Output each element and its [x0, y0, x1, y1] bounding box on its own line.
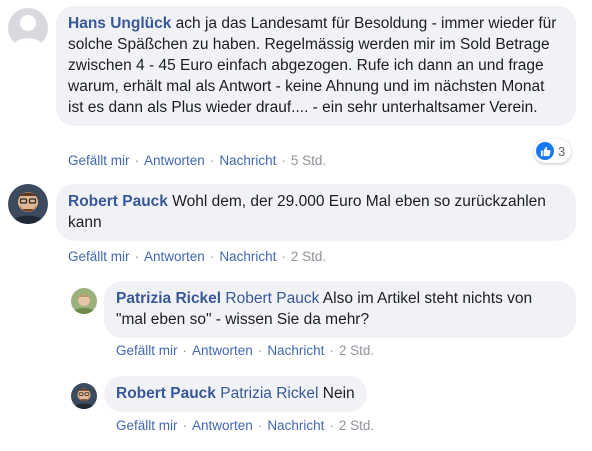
message-link[interactable]: Nachricht — [267, 418, 324, 433]
patrizia-rickel-avatar[interactable] — [71, 288, 97, 314]
separator: · — [281, 249, 286, 264]
timestamp[interactable]: 2 Std. — [339, 343, 374, 358]
reaction-count: 3 — [558, 143, 566, 159]
comment-author[interactable]: Hans Unglück — [68, 15, 171, 32]
comment-text: Nein — [322, 385, 355, 402]
reply-link[interactable]: Antworten — [192, 418, 253, 433]
like-link[interactable]: Gefällt mir — [68, 249, 130, 264]
message-link[interactable]: Nachricht — [267, 343, 324, 358]
separator: · — [182, 418, 188, 433]
default-profile-avatar[interactable] — [8, 8, 48, 48]
reaction-summary[interactable]: 3 — [534, 139, 572, 163]
separator: · — [281, 153, 286, 168]
separator: · — [329, 343, 334, 358]
comment-bubble: Hans Unglück ach ja das Landesamt für Be… — [56, 6, 576, 126]
like-icon — [536, 142, 554, 160]
comment-author[interactable]: Robert Pauck — [116, 385, 216, 402]
reply-link[interactable]: Antworten — [192, 343, 253, 358]
mention-link[interactable]: Patrizia Rickel — [220, 385, 318, 402]
reply-bubble: Robert Pauck Patrizia Rickel Nein — [104, 376, 367, 412]
timestamp[interactable]: 5 Std. — [291, 153, 326, 168]
timestamp[interactable]: 2 Std. — [291, 249, 326, 264]
like-link[interactable]: Gefällt mir — [116, 343, 178, 358]
like-link[interactable]: Gefällt mir — [116, 418, 178, 433]
timestamp[interactable]: 2 Std. — [339, 418, 374, 433]
comment-actions: Gefällt mir · Antworten · Nachricht · 5 Std. — [68, 153, 326, 168]
separator: · — [134, 153, 140, 168]
robert-pauck-avatar[interactable] — [8, 184, 48, 224]
comment-bubble: Robert Pauck Wohl dem, der 29.000 Euro M… — [56, 184, 576, 241]
message-link[interactable]: Nachricht — [219, 249, 276, 264]
comment-author[interactable]: Patrizia Rickel — [116, 290, 221, 307]
reply-bubble: Patrizia Rickel Robert Pauck Also im Art… — [104, 281, 576, 338]
separator: · — [209, 249, 215, 264]
separator: · — [329, 418, 334, 433]
separator: · — [182, 343, 188, 358]
mention-link[interactable]: Robert Pauck — [225, 290, 319, 307]
message-link[interactable]: Nachricht — [219, 153, 276, 168]
separator: · — [209, 153, 215, 168]
reply-actions: Gefällt mir · Antworten · Nachricht · 2 Std. — [116, 343, 374, 358]
robert-pauck-avatar[interactable] — [71, 383, 97, 409]
reply-link[interactable]: Antworten — [144, 249, 205, 264]
separator: · — [134, 249, 140, 264]
comment-actions: Gefällt mir · Antworten · Nachricht · 2 Std. — [68, 249, 326, 264]
separator: · — [257, 343, 263, 358]
separator: · — [257, 418, 263, 433]
reply-link[interactable]: Antworten — [144, 153, 205, 168]
like-link[interactable]: Gefällt mir — [68, 153, 130, 168]
comment-author[interactable]: Robert Pauck — [68, 193, 168, 210]
reply-actions: Gefällt mir · Antworten · Nachricht · 2 Std. — [116, 418, 374, 433]
